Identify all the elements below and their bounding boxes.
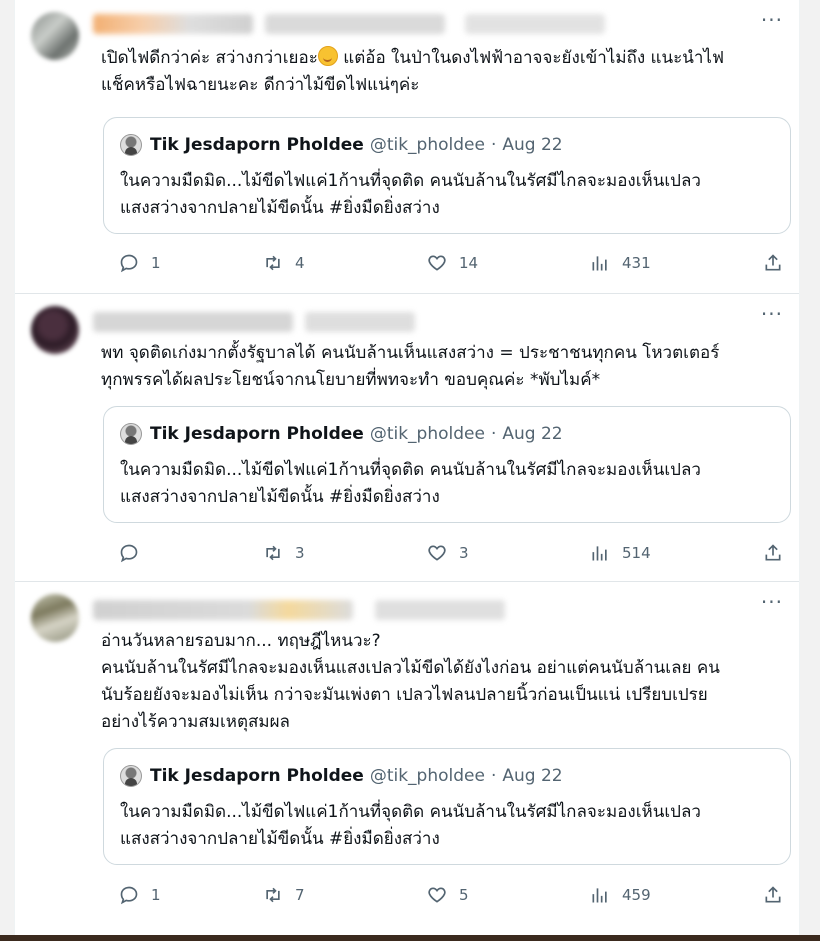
retweet-count: 4 xyxy=(295,254,305,272)
quoted-avatar xyxy=(120,423,142,445)
quoted-tweet-header: Tik Jesdaporn Pholdee @tik_pholdee · Aug… xyxy=(120,765,563,787)
share-icon xyxy=(765,544,781,561)
quoted-author-name: Tik Jesdaporn Pholdee xyxy=(150,424,364,444)
quoted-avatar xyxy=(120,765,142,787)
heart-icon xyxy=(428,887,446,903)
like-count: 14 xyxy=(459,254,479,272)
blurred-handle xyxy=(305,312,415,332)
retweet-count: 7 xyxy=(295,886,305,904)
reply-icon xyxy=(120,886,138,905)
quoted-text: ในความมืดมิด...ไม้ขีดไฟแค่1ก้านที่จุดติด… xyxy=(120,460,701,507)
quoted-tweet[interactable]: Tik Jesdaporn Pholdee @tik_pholdee · Aug… xyxy=(103,748,791,865)
views-chart-icon xyxy=(592,256,607,271)
retweet-button[interactable]: 4 xyxy=(263,251,305,275)
more-options-icon[interactable]: ··· xyxy=(761,304,783,324)
like-count: 5 xyxy=(459,886,469,904)
separator-dot: · xyxy=(490,135,497,155)
heart-icon xyxy=(428,545,446,561)
tweet-1[interactable]: ··· เปิดไฟดีกว่าค่ะ สว่างกว่าเยอะ แต่อ้อ… xyxy=(15,0,799,294)
views-button[interactable]: 514 xyxy=(590,541,651,565)
blurred-username xyxy=(93,312,293,332)
tweet-3[interactable]: ··· อ่านวันหลายรอบมาก... ทฤษฎีไหนวะ? คนน… xyxy=(15,582,799,935)
tweet-actions: 3 3 514 xyxy=(103,541,793,565)
reply-count: 1 xyxy=(151,254,161,272)
quoted-tweet[interactable]: Tik Jesdaporn Pholdee @tik_pholdee · Aug… xyxy=(103,406,791,523)
tweet-text: เปิดไฟดีกว่าค่ะ สว่างกว่าเยอะ แต่อ้อ ในป… xyxy=(101,45,777,99)
blurred-username xyxy=(93,600,353,620)
views-button[interactable]: 431 xyxy=(590,251,651,275)
more-options-icon[interactable]: ··· xyxy=(761,592,783,612)
quoted-author-handle: @tik_pholdee xyxy=(369,766,485,786)
separator-dot: · xyxy=(490,424,497,444)
share-button[interactable] xyxy=(763,251,795,275)
retweet-button[interactable]: 3 xyxy=(263,541,305,565)
avatar[interactable] xyxy=(31,306,79,354)
blurred-username xyxy=(93,14,253,34)
reply-button[interactable]: 1 xyxy=(119,251,161,275)
views-chart-icon xyxy=(592,546,607,561)
tweet-actions: 1 4 14 431 xyxy=(103,251,793,275)
views-count: 459 xyxy=(622,886,651,904)
quoted-date: Aug 22 xyxy=(502,766,563,786)
blurred-date xyxy=(465,14,605,34)
separator-dot: · xyxy=(490,766,497,786)
timeline-feed: ··· เปิดไฟดีกว่าค่ะ สว่างกว่าเยอะ แต่อ้อ… xyxy=(14,0,800,941)
tweet-2[interactable]: ··· พท จุดติดเก่งมากตั้งรัฐบาลได้ คนนับล… xyxy=(15,294,799,582)
blurred-handle xyxy=(265,14,445,34)
quoted-author-name: Tik Jesdaporn Pholdee xyxy=(150,135,364,155)
views-count: 431 xyxy=(622,254,651,272)
quoted-tweet[interactable]: Tik Jesdaporn Pholdee @tik_pholdee · Aug… xyxy=(103,117,791,234)
quoted-author-name: Tik Jesdaporn Pholdee xyxy=(150,766,364,786)
tweet-text: อ่านวันหลายรอบมาก... ทฤษฎีไหนวะ? คนนับล้… xyxy=(101,631,720,732)
views-chart-icon xyxy=(592,888,607,903)
reply-icon xyxy=(120,544,138,563)
like-button[interactable]: 14 xyxy=(427,251,478,275)
share-button[interactable] xyxy=(763,883,795,907)
quoted-author-handle: @tik_pholdee xyxy=(369,424,485,444)
quoted-avatar xyxy=(120,134,142,156)
tweet-text-part: แช็คหรือไฟฉายนะคะ ดีกว่าไม้ขีดไฟแน่ๆค่ะ xyxy=(101,75,420,95)
tweet-text: พท จุดติดเก่งมากตั้งรัฐบาลได้ คนนับล้านเ… xyxy=(101,343,720,390)
like-count: 3 xyxy=(459,544,469,562)
reply-icon xyxy=(120,254,138,273)
heart-icon xyxy=(428,255,446,271)
retweet-button[interactable]: 7 xyxy=(263,883,305,907)
retweet-icon xyxy=(266,545,280,561)
like-button[interactable]: 5 xyxy=(427,883,469,907)
quoted-date: Aug 22 xyxy=(502,135,563,155)
reply-button[interactable] xyxy=(119,541,161,565)
retweet-icon xyxy=(266,887,280,903)
views-count: 514 xyxy=(622,544,651,562)
quoted-author-handle: @tik_pholdee xyxy=(369,135,485,155)
like-button[interactable]: 3 xyxy=(427,541,469,565)
avatar[interactable] xyxy=(31,594,79,642)
smiling-face-emoji-icon xyxy=(317,46,338,66)
share-icon xyxy=(765,886,781,903)
bottom-edge xyxy=(0,935,820,941)
quoted-text: ในความมืดมิด...ไม้ขีดไฟแค่1ก้านที่จุดติด… xyxy=(120,802,701,849)
reply-button[interactable]: 1 xyxy=(119,883,161,907)
tweet-text-part: แต่อ้อ ในป่าในดงไฟฟ้าอาจจะยังเข้าไม่ถึง … xyxy=(337,48,725,68)
share-icon xyxy=(765,254,781,271)
more-options-icon[interactable]: ··· xyxy=(761,10,783,30)
retweet-count: 3 xyxy=(295,544,305,562)
tweet-actions: 1 7 5 459 xyxy=(103,883,793,907)
blurred-handle xyxy=(375,600,505,620)
quoted-tweet-header: Tik Jesdaporn Pholdee @tik_pholdee · Aug… xyxy=(120,423,563,445)
reply-count: 1 xyxy=(151,886,161,904)
quoted-tweet-header: Tik Jesdaporn Pholdee @tik_pholdee · Aug… xyxy=(120,134,563,156)
avatar[interactable] xyxy=(31,12,79,60)
tweet-text-part: เปิดไฟดีกว่าค่ะ สว่างกว่าเยอะ xyxy=(101,48,318,68)
retweet-icon xyxy=(266,255,280,271)
views-button[interactable]: 459 xyxy=(590,883,651,907)
quoted-text: ในความมืดมิด...ไม้ขีดไฟแค่1ก้านที่จุดติด… xyxy=(120,171,701,218)
quoted-date: Aug 22 xyxy=(502,424,563,444)
share-button[interactable] xyxy=(763,541,795,565)
